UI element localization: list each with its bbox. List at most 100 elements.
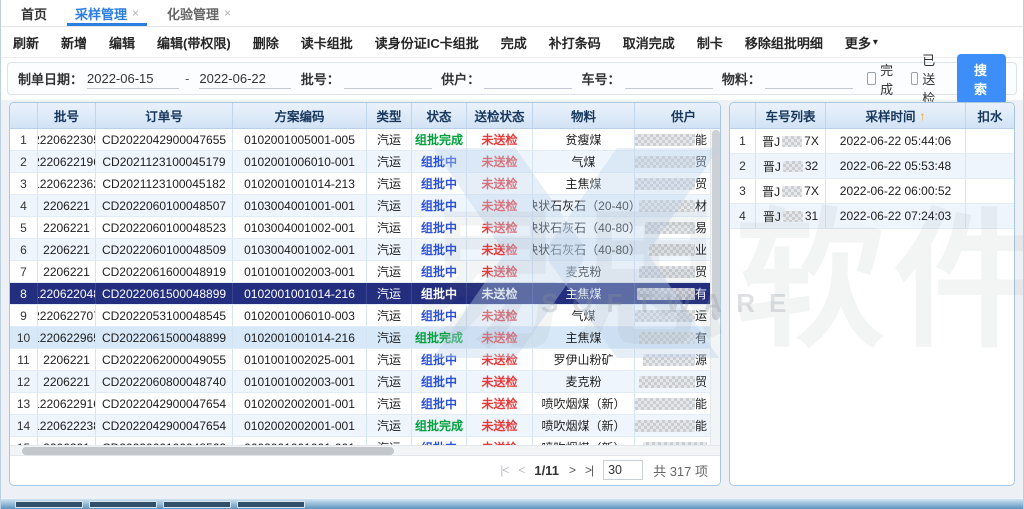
table-row[interactable]: 6 2206221 CD2022060100048509 01030040010… <box>10 239 720 261</box>
cell-scheme: 0102002002001-001 <box>233 393 367 414</box>
toolbar-button[interactable]: 取消完成 <box>623 33 675 52</box>
table-row[interactable]: 9 2220622707 CD2022053100048545 01020010… <box>10 305 720 327</box>
checkbox-icon[interactable] <box>911 72 918 85</box>
col-vehicle[interactable]: 车号列表 <box>756 103 826 128</box>
nav-tab[interactable]: 首页 <box>7 0 61 26</box>
cell-supplier: 贸 <box>635 261 710 282</box>
vehicle-row[interactable]: 4 晋J 31 2022-06-22 07:24:03 <box>730 204 1014 229</box>
tab-close-icon[interactable]: × <box>224 6 231 20</box>
col-supplier[interactable]: 供户 <box>635 103 710 128</box>
cell-vehicle: 晋J 7X <box>756 179 826 203</box>
taskbar-window-button[interactable] <box>237 501 305 508</box>
toolbar-button[interactable]: 完成 <box>501 33 527 52</box>
taskbar-window-button[interactable] <box>15 501 83 508</box>
row-number: 4 <box>10 195 38 216</box>
vehicle-row[interactable]: 2 晋J 32 2022-06-22 05:53:48 <box>730 154 1014 179</box>
supplier-input[interactable] <box>484 69 572 89</box>
toolbar-button[interactable]: 编辑 <box>109 33 135 52</box>
cell-supplier: 业 <box>635 239 710 260</box>
tab-close-icon[interactable]: × <box>132 6 139 20</box>
last-page-icon[interactable]: >| <box>585 463 593 477</box>
vehicle-table-panel: 车号列表 采样时间↑ 扣水 1 晋J 7X 2022-06-22 05:44:0… <box>729 102 1015 486</box>
cell-order: CD2022061600048919 <box>96 261 233 282</box>
cell-order: CD2022042900047654 <box>96 415 233 436</box>
col-status[interactable]: 状态 <box>412 103 467 128</box>
cell-supplier: 材 <box>635 195 710 216</box>
col-water[interactable]: 扣水 <box>966 103 1014 128</box>
search-button[interactable]: 搜索 <box>957 54 1006 104</box>
inspected-checkbox[interactable]: 已送检 <box>911 50 941 107</box>
cell-status: 组批完成 <box>412 129 467 150</box>
toolbar-button[interactable]: 刷新 <box>13 33 39 52</box>
date-to-input[interactable] <box>199 69 291 89</box>
sort-asc-icon[interactable]: ↑ <box>920 109 926 123</box>
table-row[interactable]: 11 2206221 CD2022062000049055 0101001002… <box>10 349 720 371</box>
table-row[interactable]: 15 2206221 CD2022060100048562 0602001001… <box>10 437 720 445</box>
cell-batch: 2220622196 <box>38 151 96 172</box>
horizontal-scrollbar[interactable] <box>10 445 720 455</box>
col-sample-time[interactable]: 采样时间↑ <box>826 103 966 128</box>
cell-supplier: 能 <box>635 129 710 150</box>
main-area: 批号 订单号 方案编码 类型 状态 送检状态 物料 供户 1 222062230… <box>1 100 1023 486</box>
table-row[interactable]: 8 1220622048 CD2022061500048899 01020010… <box>10 283 720 305</box>
toolbar-button[interactable]: 补打条码 <box>549 33 601 52</box>
table-row[interactable]: 1 2220622305 CD2022042900047655 01020010… <box>10 129 720 151</box>
cell-type: 汽运 <box>367 173 412 194</box>
table-row[interactable]: 12 2206221 CD2022060800048740 0101001002… <box>10 371 720 393</box>
vehicle-suffix: 7X <box>804 134 819 148</box>
checkbox-icon[interactable] <box>867 72 876 85</box>
vertical-scrollbar[interactable] <box>710 129 720 445</box>
col-material[interactable]: 物料 <box>533 103 635 128</box>
col-scheme[interactable]: 方案编码 <box>233 103 367 128</box>
cell-inspect-status: 未送检 <box>467 305 533 326</box>
toolbar-button[interactable]: 新增 <box>61 33 87 52</box>
table-row[interactable]: 7 2206221 CD2022061600048919 01010010020… <box>10 261 720 283</box>
table-row[interactable]: 10 1220622965 CD2022061500048899 0102001… <box>10 327 720 349</box>
taskbar-window-button[interactable] <box>163 501 231 508</box>
nav-tab[interactable]: 采样管理 × <box>61 0 153 26</box>
cell-material: 气煤 <box>533 151 635 172</box>
cell-type: 汽运 <box>367 371 412 392</box>
table-row[interactable]: 2 2220622196 CD2021123100045179 01020010… <box>10 151 720 173</box>
nav-tab[interactable]: 化验管理 × <box>153 0 245 26</box>
col-order[interactable]: 订单号 <box>96 103 233 128</box>
batch-input[interactable] <box>344 69 432 89</box>
taskbar-window-button[interactable] <box>89 501 157 508</box>
vertical-scrollbar-thumb[interactable] <box>712 130 720 320</box>
material-input[interactable] <box>765 69 853 89</box>
row-number: 3 <box>10 173 38 194</box>
table-row[interactable]: 3 1220622362 CD2021123100045182 01020010… <box>10 173 720 195</box>
page-size-input[interactable] <box>603 460 643 480</box>
horizontal-scrollbar-thumb[interactable] <box>22 447 394 455</box>
toolbar-button[interactable]: 读卡组批 <box>301 33 353 52</box>
col-type[interactable]: 类型 <box>367 103 412 128</box>
tab-label: 化验管理 <box>167 4 219 23</box>
col-batch[interactable]: 批号 <box>38 103 96 128</box>
table-row[interactable]: 14 1220622238 CD2022042900047654 0102002… <box>10 415 720 437</box>
next-page-icon[interactable]: > <box>569 463 575 477</box>
toolbar-button[interactable]: 删除 <box>253 33 279 52</box>
table-row[interactable]: 4 2206221 CD2022060100048507 01030040010… <box>10 195 720 217</box>
toolbar-button[interactable]: 编辑(带权限) <box>157 33 231 52</box>
vehicle-row[interactable]: 3 晋J 7X 2022-06-22 06:00:52 <box>730 179 1014 204</box>
toolbar-button[interactable]: 制卡 <box>697 33 723 52</box>
prev-page-icon[interactable]: < <box>518 463 524 477</box>
first-page-icon[interactable]: |< <box>500 463 508 477</box>
col-inspect[interactable]: 送检状态 <box>467 103 533 128</box>
vehicle-row[interactable]: 1 晋J 7X 2022-06-22 05:44:06 <box>730 129 1014 154</box>
toolbar-button[interactable]: 移除组批明细 <box>745 33 823 52</box>
vehicle-prefix: 晋J <box>763 208 781 225</box>
date-from-input[interactable] <box>87 69 179 89</box>
cell-batch: 2206221 <box>38 349 96 370</box>
more-menu-button[interactable]: 更多▾ <box>845 33 878 52</box>
cell-order: CD2021123100045182 <box>96 173 233 194</box>
cell-type: 汽运 <box>367 261 412 282</box>
complete-checkbox[interactable]: 完成 <box>867 60 897 98</box>
vehicle-input[interactable] <box>625 69 713 89</box>
toolbar-button[interactable]: 读身份证IC卡组批 <box>375 33 479 52</box>
cell-supplier: 能 <box>635 415 710 436</box>
cell-inspect-status: 未送检 <box>467 261 533 282</box>
supplier-suffix: 易 <box>695 219 707 236</box>
table-row[interactable]: 13 1220622916 CD2022042900047654 0102002… <box>10 393 720 415</box>
table-row[interactable]: 5 2206221 CD2022060100048523 01030040010… <box>10 217 720 239</box>
